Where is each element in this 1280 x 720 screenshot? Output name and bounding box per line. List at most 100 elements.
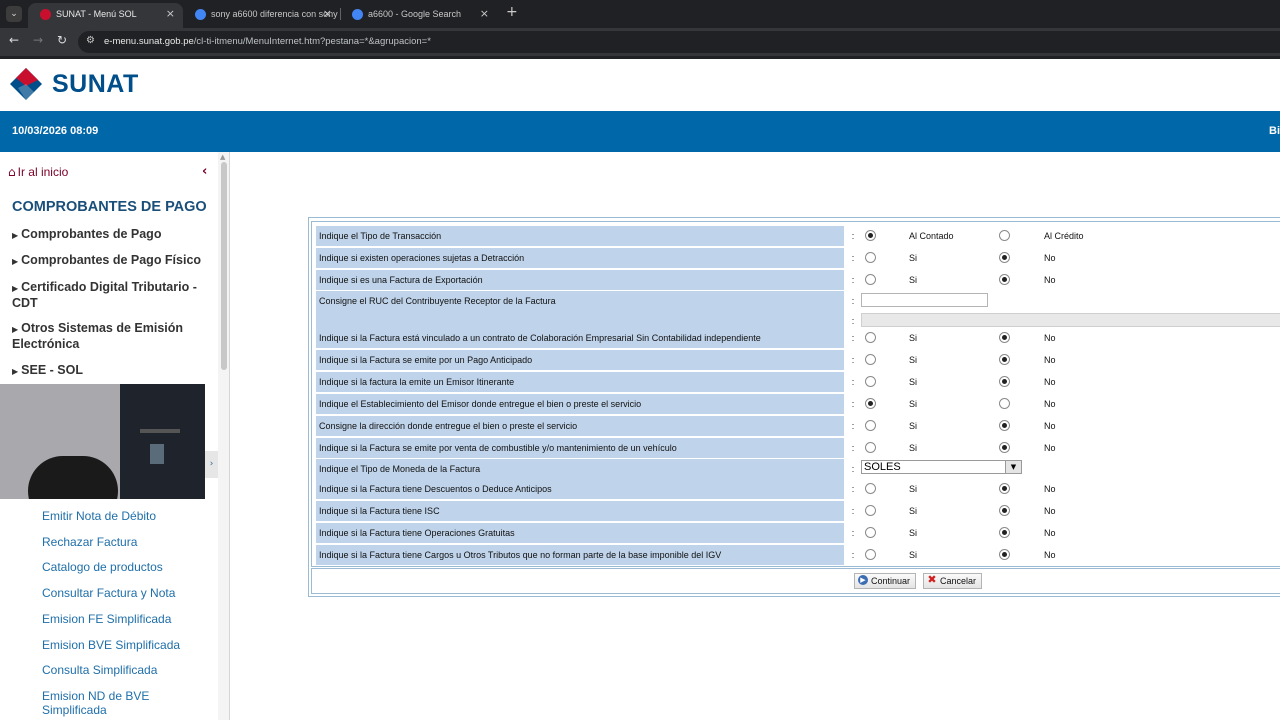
header-bar: 10/03/2026 08:09 Bi (0, 111, 1280, 152)
radio-option-1[interactable] (865, 332, 876, 343)
site-info-icon[interactable]: ⚙ (86, 35, 95, 46)
menu-otros-sistemas[interactable]: ▶ Otros Sistemas de Emisión Electrónica (12, 321, 212, 352)
link-catalogo-productos[interactable]: Catalogo de productos (42, 560, 212, 574)
radio-option-2[interactable] (999, 332, 1010, 343)
sidebar: ⌂ Ir al inicio ‹ COMPROBANTES DE PAGO ▶ Co… (0, 152, 218, 720)
url-text: e-menu.sunat.gob.pe/cl-ti-itmenu/MenuInt… (104, 36, 431, 47)
new-tab-icon[interactable]: + (506, 4, 518, 20)
radio-option-2[interactable] (999, 420, 1010, 431)
row-label: Indique si la Factura se emite por un Pa… (316, 350, 844, 370)
url-field[interactable]: ⚙ e-menu.sunat.gob.pe/cl-ti-itmenu/MenuI… (78, 31, 1280, 53)
menu-label: Certificado Digital Tributario - CDT (12, 280, 197, 310)
form-row: Indique si la Factura se emite por venta… (316, 438, 1280, 458)
radio-label-1: Si (909, 253, 918, 263)
radio-option-2[interactable] (999, 354, 1010, 365)
radio-label-1: Si (909, 484, 918, 494)
radio-option-1[interactable] (865, 442, 876, 453)
header-right-text: Bi (1269, 125, 1280, 137)
url-path: /cl-ti-itmenu/MenuInternet.htm?pestana=*… (193, 36, 431, 47)
radio-option-1[interactable] (865, 505, 876, 516)
play-icon: ▶ (858, 575, 868, 585)
radio-option-1[interactable] (865, 252, 876, 263)
expand-triangle-icon: ▶ (12, 284, 19, 293)
radio-option-1[interactable] (865, 354, 876, 365)
url-host: e-menu.sunat.gob.pe (104, 36, 194, 47)
radio-label-2: No (1044, 506, 1056, 516)
close-icon[interactable]: × (480, 3, 489, 25)
radio-label-1: Si (909, 528, 918, 538)
radio-option-1[interactable] (865, 549, 876, 560)
link-consulta-simplificada[interactable]: Consulta Simplificada (42, 663, 212, 677)
radio-label-1: Si (909, 377, 918, 387)
webcam-overlay (0, 384, 205, 499)
ruc-input[interactable] (861, 293, 988, 307)
radio-option-2[interactable] (999, 398, 1010, 409)
close-icon[interactable]: × (166, 3, 175, 25)
close-icon[interactable]: × (323, 3, 332, 25)
row-label: Indique si es una Factura de Exportación (316, 270, 844, 290)
radio-option-2[interactable] (999, 274, 1010, 285)
menu-comprobantes-fisico[interactable]: ▶ Comprobantes de Pago Físico (12, 253, 212, 269)
form-row: Consigne la dirección donde entregue el … (316, 416, 1280, 436)
collapse-sidebar-icon[interactable]: ‹ (202, 164, 207, 179)
menu-certificado-digital[interactable]: ▶ Certificado Digital Tributario - CDT (12, 280, 212, 311)
radio-option-2[interactable] (999, 230, 1010, 241)
tab-search-icon[interactable]: ⌄ (6, 6, 22, 22)
radio-option-2[interactable] (999, 442, 1010, 453)
form-row: Indique el Establecimiento del Emisor do… (316, 394, 1280, 414)
tab-sony[interactable]: sony a6600 diferencia con sony × (183, 3, 338, 28)
tab-title: a6600 - Google Search (368, 9, 462, 19)
radio-label-1: Si (909, 443, 918, 453)
tab-sunat[interactable]: SUNAT - Menú SOL × (28, 3, 183, 28)
radio-option-2[interactable] (999, 505, 1010, 516)
forward-icon[interactable]: → (33, 33, 43, 47)
link-emision-bve-simplificada[interactable]: Emision BVE Simplificada (42, 638, 212, 652)
row-colon: : (851, 231, 855, 241)
menu-comprobantes-de-pago[interactable]: ▶ Comprobantes de Pago (12, 227, 212, 243)
radio-option-2[interactable] (999, 252, 1010, 263)
form-row: Indique si la Factura se emite por un Pa… (316, 350, 1280, 370)
form-row: Indique si existen operaciones sujetas a… (316, 248, 1280, 268)
continue-button[interactable]: ▶ Continuar (854, 573, 917, 589)
link-emision-fe-simplificada[interactable]: Emision FE Simplificada (42, 612, 212, 626)
scroll-up-icon[interactable]: ▲ (220, 153, 225, 161)
row-label: Consigne el RUC del Contribuyente Recept… (316, 291, 844, 311)
radio-option-1[interactable] (865, 483, 876, 494)
sidebar-scrollbar[interactable]: ▲ (218, 152, 230, 720)
radio-option-1[interactable] (865, 274, 876, 285)
row-label: Indique el Tipo de Moneda de la Factura (316, 459, 844, 479)
form-row: Indique si la Factura tiene Operaciones … (316, 523, 1280, 543)
radio-option-2[interactable] (999, 527, 1010, 538)
radio-label-2: No (1044, 484, 1056, 494)
scrollbar-thumb[interactable] (221, 162, 227, 370)
home-link[interactable]: ⌂ Ir al inicio (8, 165, 68, 179)
tab-title: SUNAT - Menú SOL (56, 9, 137, 19)
row-label: Indique si la Factura tiene Operaciones … (316, 523, 844, 543)
cancel-button[interactable]: ✖ Cancelar (923, 573, 983, 589)
back-icon[interactable]: ← (9, 33, 19, 47)
link-rechazar-factura[interactable]: Rechazar Factura (42, 535, 212, 549)
tab-title: sony a6600 diferencia con sony (211, 9, 338, 19)
radio-option-2[interactable] (999, 549, 1010, 560)
chevron-right-icon[interactable]: › (205, 451, 218, 478)
menu-see-sol[interactable]: ▶ SEE - SOL (12, 363, 212, 379)
link-consultar-factura[interactable]: Consultar Factura y Nota (42, 586, 212, 600)
radio-option-1[interactable] (865, 230, 876, 241)
currency-select[interactable]: SOLES ▼ (861, 460, 1022, 474)
reload-icon[interactable]: ↻ (57, 33, 67, 47)
row-label: Indique el Establecimiento del Emisor do… (316, 394, 844, 414)
radio-option-2[interactable] (999, 483, 1010, 494)
link-emision-nd-bve[interactable]: Emision ND de BVE Simplificada (42, 689, 212, 717)
factura-form: Indique el Tipo de Transacción: Al Contad… (308, 217, 1280, 597)
radio-option-1[interactable] (865, 527, 876, 538)
link-emitir-nota-debito[interactable]: Emitir Nota de Débito (42, 509, 212, 523)
tab-google-search[interactable]: a6600 - Google Search × (340, 3, 495, 28)
radio-label-2: No (1044, 253, 1056, 263)
radio-option-1[interactable] (865, 376, 876, 387)
sunat-logo[interactable]: SUNAT (8, 66, 158, 104)
radio-option-1[interactable] (865, 420, 876, 431)
dropdown-arrow-icon[interactable]: ▼ (1005, 461, 1021, 473)
form-row: Indique si es una Factura de Exportación… (316, 270, 1280, 290)
radio-option-1[interactable] (865, 398, 876, 409)
radio-option-2[interactable] (999, 376, 1010, 387)
